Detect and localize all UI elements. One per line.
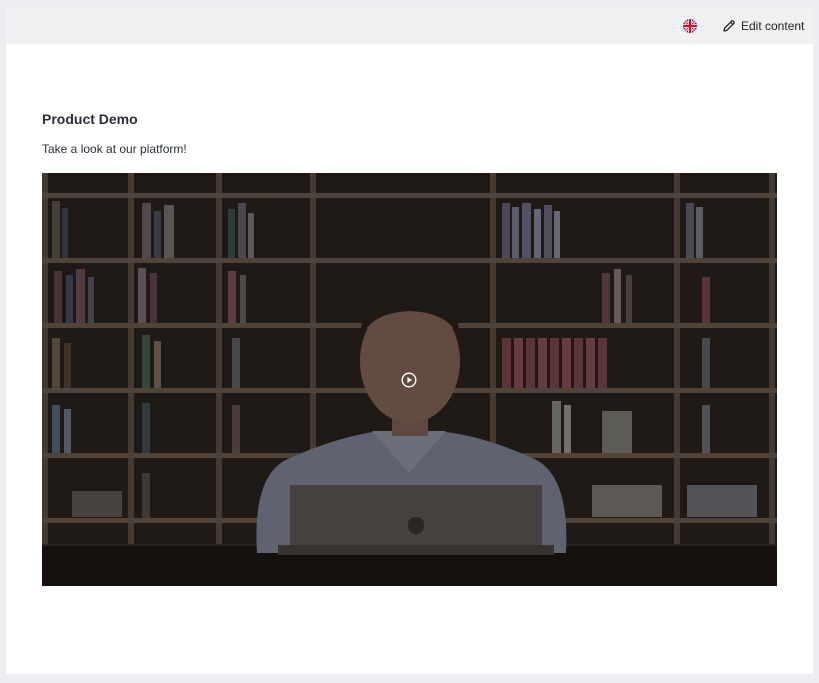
edit-content-button[interactable]: Edit content: [722, 18, 804, 34]
page-frame: Edit content Product Demo Take a look at…: [6, 8, 813, 674]
language-switcher[interactable]: [683, 19, 697, 33]
edit-content-label: Edit content: [741, 19, 805, 33]
video-player[interactable]: [42, 173, 777, 586]
section-subtitle: Take a look at our platform!: [42, 142, 187, 156]
play-circle-icon[interactable]: [401, 372, 417, 388]
section-title: Product Demo: [42, 111, 138, 127]
uk-flag-icon: [683, 19, 697, 33]
pencil-icon: [723, 20, 735, 32]
top-bar: Edit content: [6, 8, 813, 44]
